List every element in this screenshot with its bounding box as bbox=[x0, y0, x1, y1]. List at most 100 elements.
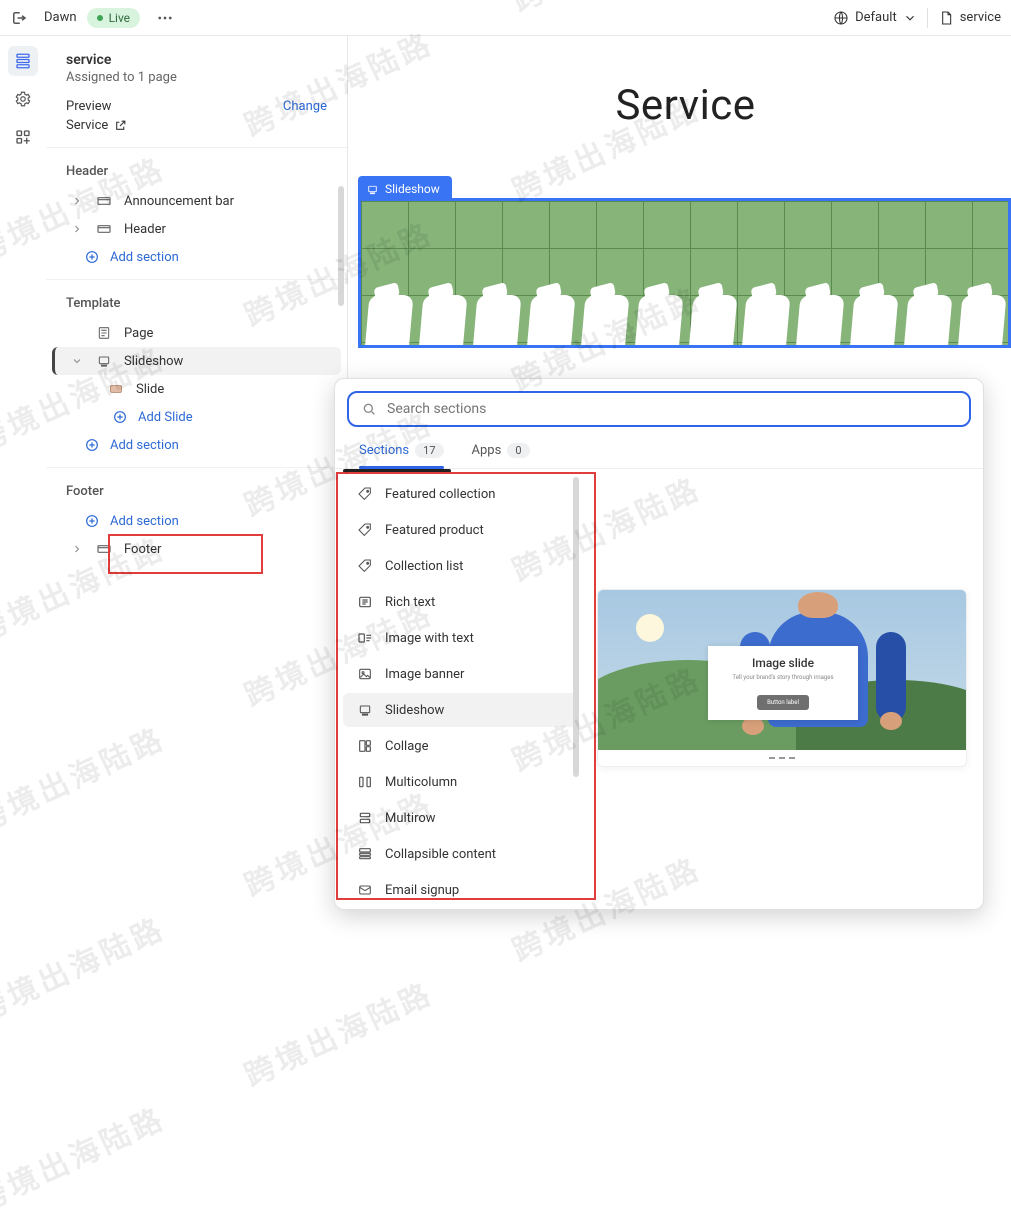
section-option-featured-collection[interactable]: Featured collection bbox=[343, 477, 577, 511]
external-link-icon[interactable] bbox=[114, 119, 127, 132]
change-link[interactable]: Change bbox=[283, 99, 327, 114]
option-label: Collection list bbox=[385, 559, 463, 574]
exit-icon bbox=[10, 9, 28, 27]
slideshow-icon bbox=[366, 183, 379, 196]
tab-sections-label: Sections bbox=[359, 443, 409, 458]
chevron-right-icon bbox=[71, 543, 83, 555]
section-preview-pane: Image slide Tell your brand's story thro… bbox=[585, 469, 983, 909]
image-text-icon bbox=[357, 630, 373, 646]
section-option-collage[interactable]: Collage bbox=[343, 729, 577, 763]
section-option-multicolumn[interactable]: Multicolumn bbox=[343, 765, 577, 799]
live-dot-icon bbox=[97, 15, 103, 21]
page-info-panel: service Assigned to 1 page Preview Chang… bbox=[46, 36, 347, 148]
sections-icon bbox=[14, 52, 32, 70]
section-slideshow[interactable]: Slideshow bbox=[52, 347, 341, 375]
template-name-label: service bbox=[960, 10, 1001, 25]
section-label: Footer bbox=[124, 542, 161, 557]
add-section-label: Add section bbox=[110, 250, 179, 265]
preview-overlay-caption: Tell your brand's story through images bbox=[716, 674, 850, 681]
option-label: Multicolumn bbox=[385, 775, 457, 790]
popover-body: Featured collection Featured product Col… bbox=[335, 469, 983, 909]
gear-icon bbox=[14, 90, 32, 108]
section-label: Header bbox=[124, 222, 166, 237]
section-option-slideshow[interactable]: Slideshow bbox=[343, 693, 577, 727]
exit-button[interactable] bbox=[4, 3, 34, 33]
group-header: Header Announcement bar Header Add secti… bbox=[46, 148, 347, 280]
option-label: Email signup bbox=[385, 883, 459, 898]
image-icon bbox=[357, 666, 373, 682]
block-slide[interactable]: Slide bbox=[52, 375, 341, 403]
preview-value[interactable]: Service bbox=[66, 118, 108, 133]
multirow-icon bbox=[357, 810, 373, 826]
tab-apps[interactable]: Apps 0 bbox=[472, 443, 530, 468]
theme-name-label: Dawn bbox=[44, 10, 77, 25]
section-option-email-signup[interactable]: Email signup bbox=[343, 873, 577, 907]
template-indicator[interactable]: service bbox=[938, 10, 1001, 26]
live-badge-text: Live bbox=[109, 11, 130, 25]
option-label: Image with text bbox=[385, 631, 474, 646]
group-footer-label: Footer bbox=[46, 480, 347, 507]
section-announcement-bar[interactable]: Announcement bar bbox=[52, 187, 341, 215]
option-label: Collapsible content bbox=[385, 847, 496, 862]
chevron-right-icon bbox=[71, 223, 83, 235]
group-footer: Footer Add section Footer bbox=[46, 468, 347, 571]
plus-circle-icon bbox=[84, 437, 100, 453]
search-icon bbox=[361, 401, 377, 417]
section-option-image-banner[interactable]: Image banner bbox=[343, 657, 577, 691]
section-page[interactable]: Page bbox=[52, 319, 341, 347]
locale-selector[interactable]: Default bbox=[833, 10, 917, 26]
globe-icon bbox=[833, 10, 849, 26]
slideshow-preview[interactable] bbox=[358, 198, 1011, 348]
section-option-featured-product[interactable]: Featured product bbox=[343, 513, 577, 547]
document-icon bbox=[938, 10, 954, 26]
section-badge-label: Slideshow bbox=[385, 182, 440, 196]
chevron-right-icon bbox=[71, 195, 83, 207]
option-label: Featured collection bbox=[385, 487, 495, 502]
nav-sections-button[interactable] bbox=[8, 46, 38, 76]
plus-circle-icon bbox=[84, 513, 100, 529]
section-option-rich-text[interactable]: Rich text bbox=[343, 585, 577, 619]
slideshow-icon bbox=[357, 702, 373, 718]
option-label: Slideshow bbox=[385, 703, 444, 718]
section-option-multirow[interactable]: Multirow bbox=[343, 801, 577, 835]
add-section-template[interactable]: Add section bbox=[52, 431, 341, 459]
search-input[interactable] bbox=[387, 401, 957, 417]
group-template: Template Page Slideshow Slide Add Slide … bbox=[46, 280, 347, 468]
section-option-collapsible-content[interactable]: Collapsible content bbox=[343, 837, 577, 871]
option-label: Image banner bbox=[385, 667, 464, 682]
tab-apps-count: 0 bbox=[507, 443, 529, 458]
slideshow-icon bbox=[96, 353, 112, 369]
top-bar: Dawn Live Default service bbox=[0, 0, 1011, 36]
section-option-collection-list[interactable]: Collection list bbox=[343, 549, 577, 583]
more-icon bbox=[156, 9, 174, 27]
add-slide-label: Add Slide bbox=[138, 410, 193, 425]
tab-sections[interactable]: Sections 17 bbox=[359, 443, 444, 468]
group-template-label: Template bbox=[46, 292, 347, 319]
preview-overlay-button: Button label bbox=[757, 695, 809, 710]
search-wrap bbox=[347, 391, 971, 427]
tag-icon bbox=[357, 522, 373, 538]
popover-scrollbar[interactable] bbox=[573, 477, 579, 777]
section-footer[interactable]: Footer bbox=[52, 535, 341, 563]
add-section-footer[interactable]: Add section bbox=[52, 507, 341, 535]
add-section-header[interactable]: Add section bbox=[52, 243, 341, 271]
add-section-label: Add section bbox=[110, 514, 179, 529]
preview-overlay: Image slide Tell your brand's story thro… bbox=[708, 646, 858, 720]
page-name: service bbox=[66, 52, 327, 68]
topbar-divider bbox=[927, 8, 928, 28]
preview-overlay-title: Image slide bbox=[716, 656, 850, 670]
add-slide[interactable]: Add Slide bbox=[52, 403, 341, 431]
preview-image-fg bbox=[361, 265, 1008, 345]
section-header[interactable]: Header bbox=[52, 215, 341, 243]
preview-label: Preview bbox=[66, 99, 111, 114]
nav-apps-button[interactable] bbox=[8, 122, 38, 152]
more-button[interactable] bbox=[150, 3, 180, 33]
apps-icon bbox=[14, 128, 32, 146]
add-section-label: Add section bbox=[110, 438, 179, 453]
section-option-image-with-text[interactable]: Image with text bbox=[343, 621, 577, 655]
collage-icon bbox=[357, 738, 373, 754]
scrollbar-handle[interactable] bbox=[338, 186, 344, 306]
nav-settings-button[interactable] bbox=[8, 84, 38, 114]
multicolumn-icon bbox=[357, 774, 373, 790]
section-icon bbox=[96, 221, 112, 237]
